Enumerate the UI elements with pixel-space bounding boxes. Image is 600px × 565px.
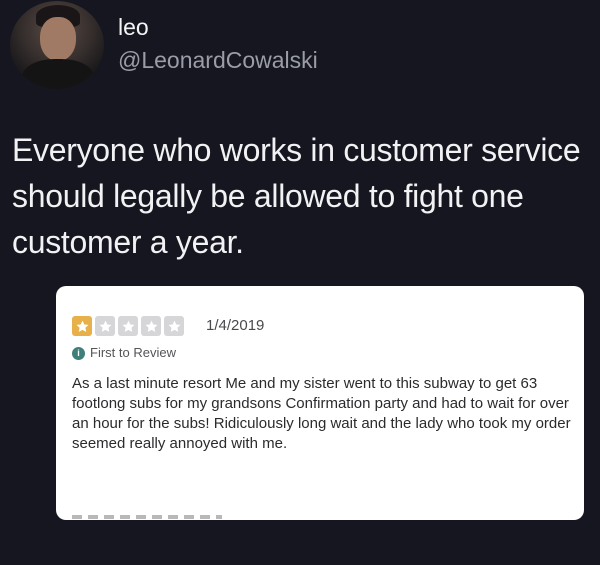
review-text: As a last minute resort Me and my sister… [72, 375, 571, 452]
display-name[interactable]: leo [118, 14, 149, 40]
avatar[interactable] [10, 1, 104, 89]
star-icon [141, 316, 161, 336]
review-date: 1/4/2019 [206, 317, 265, 334]
avatar-face [40, 17, 76, 61]
star-icon [118, 316, 138, 336]
star-rating [72, 316, 184, 336]
first-to-review-badge: i First to Review [72, 345, 176, 361]
tweet: leo @LeonardCowalski Everyone who works … [0, 0, 600, 565]
cut-off-text [72, 515, 222, 519]
user-handle[interactable]: @LeonardCowalski [118, 47, 318, 73]
star-icon [72, 316, 92, 336]
review-screenshot[interactable]: 1/4/2019 i First to Review As a last min… [56, 286, 584, 520]
tweet-text: Everyone who works in customer service s… [12, 132, 581, 260]
star-icon [164, 316, 184, 336]
star-icon [95, 316, 115, 336]
badge-label: First to Review [90, 345, 176, 360]
info-badge-icon: i [72, 346, 85, 360]
avatar-shirt [22, 59, 94, 89]
